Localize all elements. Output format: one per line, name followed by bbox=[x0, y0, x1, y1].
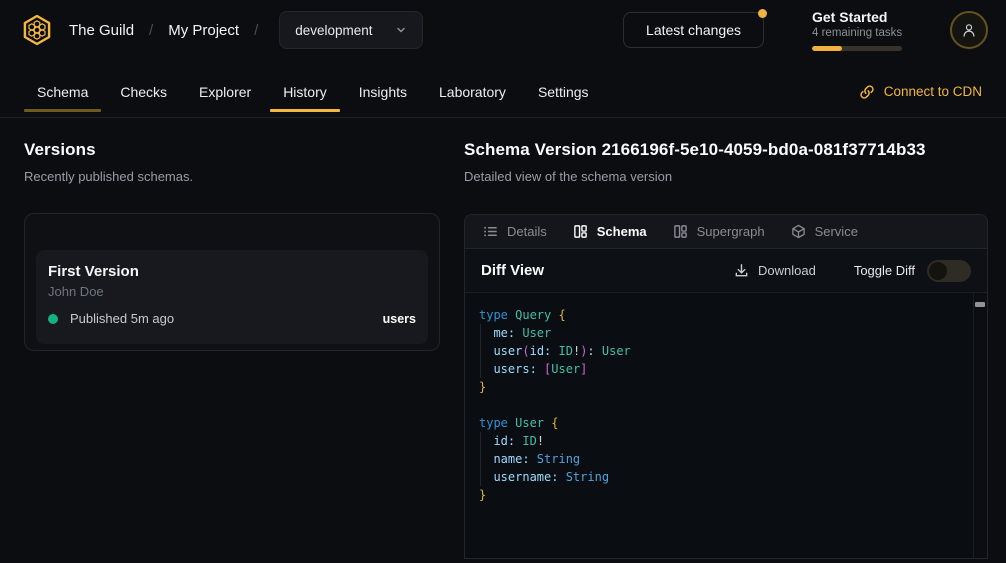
scrollbar-thumb[interactable] bbox=[975, 302, 985, 307]
versions-subtitle: Recently published schemas. bbox=[24, 169, 440, 184]
breadcrumb-project[interactable]: My Project bbox=[168, 22, 239, 39]
nav-tab-checks[interactable]: Checks bbox=[107, 66, 180, 117]
code-editor: type Query { me: User user(id: ID!): Use… bbox=[465, 293, 987, 558]
code-line: me: User bbox=[479, 324, 963, 342]
versions-list-card: First Version John Doe Published 5m ago … bbox=[24, 213, 440, 351]
code-line: username: String bbox=[479, 468, 963, 486]
version-name: First Version bbox=[48, 263, 416, 280]
main-nav: Schema Checks Explorer History Insights … bbox=[0, 60, 1006, 118]
get-started-card[interactable]: Get Started 4 remaining tasks bbox=[812, 9, 904, 51]
tab-details[interactable]: Details bbox=[483, 224, 547, 239]
environment-dropdown[interactable]: development bbox=[279, 11, 422, 49]
code-lines: type Query { me: User user(id: ID!): Use… bbox=[479, 306, 963, 504]
get-started-subtitle: 4 remaining tasks bbox=[812, 27, 904, 39]
code-line: id: ID! bbox=[479, 432, 963, 450]
nav-tab-laboratory[interactable]: Laboratory bbox=[426, 66, 519, 117]
nav-tab-schema[interactable]: Schema bbox=[24, 66, 101, 117]
toggle-diff-label: Toggle Diff bbox=[854, 263, 915, 278]
progress-bar bbox=[812, 46, 902, 51]
link-icon bbox=[859, 84, 875, 100]
scrollbar-track bbox=[973, 293, 974, 558]
code-line: } bbox=[479, 486, 963, 504]
detail-tab-bar: Details Schema bbox=[465, 215, 987, 249]
version-author: John Doe bbox=[48, 284, 416, 299]
tab-service[interactable]: Service bbox=[791, 224, 858, 239]
schema-detail-panel: Details Schema bbox=[464, 214, 988, 559]
progress-fill bbox=[812, 46, 842, 51]
code-line: type Query { bbox=[479, 306, 963, 324]
diff-view-title: Diff View bbox=[481, 262, 544, 279]
version-status: Published 5m ago bbox=[70, 311, 174, 326]
schema-version-title: Schema Version 2166196f-5e10-4059-bd0a-0… bbox=[464, 140, 988, 160]
cube-icon bbox=[791, 224, 806, 239]
connect-to-cdn-link[interactable]: Connect to CDN bbox=[859, 84, 982, 100]
latest-changes-label: Latest changes bbox=[646, 22, 741, 38]
code-line bbox=[479, 396, 963, 414]
app-window: The Guild / My Project / development Lat… bbox=[0, 0, 1006, 563]
tab-details-label: Details bbox=[507, 224, 547, 239]
tab-schema[interactable]: Schema bbox=[573, 224, 647, 239]
panels-icon bbox=[573, 224, 588, 239]
download-icon bbox=[734, 263, 749, 278]
panels-icon bbox=[673, 224, 688, 239]
versions-section: Versions Recently published schemas. Fir… bbox=[24, 140, 440, 559]
tab-service-label: Service bbox=[815, 224, 858, 239]
connect-to-cdn-label: Connect to CDN bbox=[884, 84, 982, 99]
person-icon bbox=[960, 21, 978, 39]
switch-knob bbox=[929, 262, 947, 280]
code-line: type User { bbox=[479, 414, 963, 432]
version-list-item[interactable]: First Version John Doe Published 5m ago … bbox=[36, 250, 428, 344]
version-meta-row: Published 5m ago users bbox=[48, 311, 416, 326]
diff-toolbar: Diff View Download Toggle Diff bbox=[465, 249, 987, 293]
code-line: user(id: ID!): User bbox=[479, 342, 963, 360]
tab-supergraph-label: Supergraph bbox=[697, 224, 765, 239]
hive-hexagon-icon bbox=[21, 14, 53, 46]
toggle-diff-switch[interactable] bbox=[927, 260, 971, 282]
tab-schema-label: Schema bbox=[597, 224, 647, 239]
schema-version-subtitle: Detailed view of the schema version bbox=[464, 169, 988, 184]
code-line: name: String bbox=[479, 450, 963, 468]
schema-version-section: Schema Version 2166196f-5e10-4059-bd0a-0… bbox=[464, 140, 988, 559]
content: Versions Recently published schemas. Fir… bbox=[0, 118, 1006, 559]
breadcrumb-separator: / bbox=[149, 22, 153, 39]
notification-dot bbox=[758, 9, 767, 18]
code-line: } bbox=[479, 378, 963, 396]
download-button[interactable]: Download bbox=[734, 263, 816, 278]
list-icon bbox=[483, 224, 498, 239]
breadcrumb-org[interactable]: The Guild bbox=[69, 22, 134, 39]
nav-tab-settings[interactable]: Settings bbox=[525, 66, 602, 117]
latest-changes-button[interactable]: Latest changes bbox=[623, 12, 764, 48]
code-line: users: [User] bbox=[479, 360, 963, 378]
top-bar: The Guild / My Project / development Lat… bbox=[0, 0, 1006, 60]
service-badge: users bbox=[383, 312, 416, 326]
tab-supergraph[interactable]: Supergraph bbox=[673, 224, 765, 239]
get-started-title: Get Started bbox=[812, 9, 904, 25]
nav-tab-history[interactable]: History bbox=[270, 66, 340, 117]
hive-logo[interactable] bbox=[20, 13, 54, 47]
environment-dropdown-value: development bbox=[295, 23, 372, 38]
breadcrumb-separator: / bbox=[254, 22, 258, 39]
avatar[interactable] bbox=[950, 11, 988, 49]
nav-tab-explorer[interactable]: Explorer bbox=[186, 66, 264, 117]
download-label: Download bbox=[758, 263, 816, 278]
indent-guide bbox=[480, 324, 481, 378]
published-status-dot bbox=[48, 314, 58, 324]
chevron-down-icon bbox=[395, 24, 407, 36]
nav-tab-insights[interactable]: Insights bbox=[346, 66, 420, 117]
indent-guide bbox=[480, 432, 481, 486]
versions-title: Versions bbox=[24, 140, 440, 160]
